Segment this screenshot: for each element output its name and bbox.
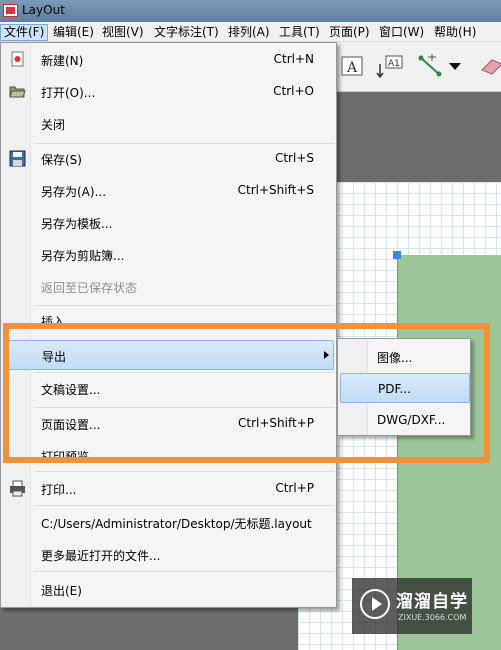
text-tool-icon[interactable]: A bbox=[338, 52, 366, 80]
dimension-tool-icon[interactable] bbox=[416, 52, 444, 80]
menu-item-new[interactable]: 新建(N) Ctrl+N bbox=[3, 47, 334, 73]
menu-view[interactable]: 视图(V) bbox=[99, 24, 147, 41]
menu-separator bbox=[35, 471, 334, 472]
menu-item-revert: 返回至已保存状态 bbox=[41, 281, 138, 295]
menu-file[interactable]: 文件(F) bbox=[0, 24, 49, 41]
menu-item-print[interactable]: 打印... Ctrl+P bbox=[3, 476, 334, 502]
window-title: LayOut bbox=[22, 3, 65, 17]
menu-item-save-as-scrapbook[interactable]: 另存为剪贴簿... bbox=[3, 242, 334, 268]
menu-window[interactable]: 窗口(W) bbox=[376, 24, 427, 41]
menu-separator bbox=[35, 143, 334, 144]
menu-help[interactable]: 帮助(H) bbox=[431, 24, 479, 41]
menu-item-exit[interactable]: 退出(E) bbox=[3, 577, 334, 603]
menu-edit[interactable]: 编辑(E) bbox=[50, 24, 97, 41]
save-disk-icon bbox=[9, 150, 26, 167]
highlight-annotation-frame bbox=[3, 323, 490, 463]
watermark-logo: 溜溜自学 ZIXUE.3066.COM bbox=[352, 578, 472, 634]
dropdown-arrow-icon[interactable] bbox=[446, 52, 464, 80]
new-file-icon bbox=[9, 51, 26, 68]
menu-arrange[interactable]: 排列(A) bbox=[225, 24, 273, 41]
menu-tools[interactable]: 工具(T) bbox=[276, 24, 323, 41]
menu-pages[interactable]: 页面(P) bbox=[326, 24, 373, 41]
selection-handle[interactable] bbox=[393, 251, 401, 259]
printer-icon bbox=[9, 480, 26, 497]
menu-separator bbox=[35, 305, 334, 306]
menu-text-annotation[interactable]: 文字标注(T) bbox=[151, 24, 222, 41]
menu-item-save-as[interactable]: 另存为(A)... Ctrl+Shift+S bbox=[3, 178, 334, 204]
eraser-tool-icon[interactable] bbox=[478, 52, 501, 80]
svg-text:A: A bbox=[346, 60, 358, 76]
menu-item-recent-file[interactable]: C:/Users/Administrator/Desktop/无标题.layou… bbox=[3, 510, 334, 536]
layout-app-icon bbox=[3, 4, 18, 17]
play-icon bbox=[360, 589, 390, 619]
title-bar: LayOut bbox=[0, 0, 501, 22]
menu-item-save[interactable]: 保存(S) Ctrl+S bbox=[3, 146, 334, 172]
menu-separator bbox=[35, 571, 334, 572]
menu-item-more-recent-files[interactable]: 更多最近打开的文件... bbox=[3, 542, 334, 568]
menu-bar: 文件(F) 编辑(E) 视图(V) 文字标注(T) 排列(A) 工具(T) 页面… bbox=[0, 22, 501, 42]
label-tool-icon[interactable]: A1 bbox=[376, 52, 404, 80]
open-folder-icon bbox=[9, 83, 26, 100]
menu-item-save-as-template[interactable]: 另存为模板... bbox=[3, 210, 334, 236]
menu-separator bbox=[35, 505, 334, 506]
menu-item-open[interactable]: 打开(O)... Ctrl+O bbox=[3, 79, 334, 105]
menu-item-close[interactable]: 关闭 bbox=[3, 111, 334, 137]
svg-text:A1: A1 bbox=[388, 59, 400, 69]
